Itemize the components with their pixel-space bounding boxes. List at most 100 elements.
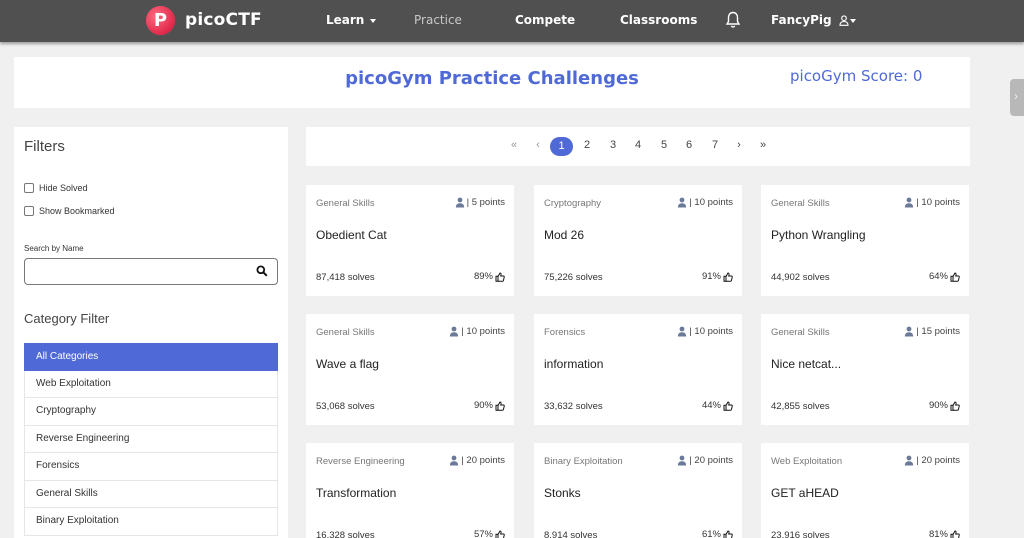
show-bookmarked-checkbox[interactable]: Show Bookmarked (24, 206, 115, 216)
thumbs-up-icon[interactable] (723, 529, 733, 538)
nav-learn[interactable]: Learn (326, 13, 377, 27)
picogym-score: picoGym Score: 0 (790, 67, 923, 85)
search-input[interactable] (24, 258, 278, 285)
page-next[interactable]: › (729, 139, 749, 151)
thumbs-up-icon[interactable] (495, 400, 505, 411)
user-icon (450, 326, 459, 337)
challenge-category: Binary Exploitation (544, 456, 623, 467)
challenge-points-label: | 20 points (916, 455, 960, 466)
challenge-card[interactable]: Forensics | 10 points information 33,632 so… (534, 314, 742, 425)
challenge-solves: 8,914 solves (544, 530, 598, 538)
side-panel-toggle[interactable]: › (1010, 79, 1024, 116)
category-filter-title: Category Filter (24, 311, 110, 326)
page-prev[interactable]: ‹ (528, 139, 548, 151)
challenge-category: Cryptography (544, 198, 602, 209)
challenge-points: | 10 points (449, 326, 505, 337)
filters-title: Filters (24, 138, 65, 155)
show-bookmarked-label: Show Bookmarked (39, 206, 115, 216)
category-item-general-skills[interactable]: General Skills (24, 480, 278, 508)
challenge-points: | 10 points (677, 326, 733, 337)
challenge-card[interactable]: General Skills | 5 points Obedient Cat 87,4… (306, 185, 514, 296)
thumbs-up-icon[interactable] (950, 529, 960, 538)
brand-name[interactable]: picoCTF (185, 10, 262, 30)
challenge-rating-value: 81% (928, 529, 948, 538)
nav-practice[interactable]: Practice (414, 13, 462, 27)
filters-panel: Filters Hide Solved Show Bookmarked Sear… (14, 127, 288, 538)
checkbox-box[interactable] (24, 183, 34, 193)
challenge-name[interactable]: Stonks (544, 486, 581, 500)
challenge-points-label: | 10 points (689, 326, 733, 337)
challenge-category: Reverse Engineering (316, 456, 405, 467)
challenge-name[interactable]: Wave a flag (316, 357, 379, 371)
username: FancyPig (771, 13, 832, 27)
page-4[interactable]: 4 (628, 139, 648, 151)
page-6[interactable]: 6 (679, 139, 699, 151)
category-item-forensics[interactable]: Forensics (24, 453, 278, 481)
challenge-name[interactable]: Nice netcat... (771, 357, 841, 371)
thumbs-up-icon[interactable] (495, 529, 505, 538)
page-last[interactable]: » (753, 139, 773, 151)
challenge-name[interactable]: GET aHEAD (771, 486, 839, 500)
challenge-category: General Skills (771, 327, 830, 338)
challenge-card[interactable]: General Skills | 10 points Wave a flag 53,0… (306, 314, 514, 425)
challenge-category: General Skills (771, 198, 830, 209)
page-5[interactable]: 5 (654, 139, 674, 151)
challenge-points-label: | 20 points (689, 455, 733, 466)
checkbox-box[interactable] (24, 206, 34, 216)
thumbs-up-icon[interactable] (495, 271, 505, 282)
challenge-card[interactable]: Reverse Engineering | 20 points Transforma… (306, 443, 514, 538)
chevron-down-icon (370, 18, 377, 23)
category-item-binary-exploitation[interactable]: Binary Exploitation (24, 508, 278, 536)
user-icon (455, 197, 464, 208)
category-item-cryptography[interactable]: Cryptography (24, 398, 278, 426)
challenge-name[interactable]: information (544, 357, 603, 371)
user-menu[interactable]: FancyPig (771, 13, 856, 27)
hide-solved-checkbox[interactable]: Hide Solved (24, 183, 88, 193)
challenge-card[interactable]: Binary Exploitation | 20 points Stonks 8,91… (534, 443, 742, 538)
picoctf-logo-icon[interactable]: P (146, 6, 175, 35)
user-icon (450, 455, 459, 466)
category-item-reverse-engineering[interactable]: Reverse Engineering (24, 425, 278, 453)
page-1[interactable]: 1 (550, 137, 573, 156)
category-item-all[interactable]: All Categories (24, 343, 278, 371)
challenge-rating-value: 90% (473, 400, 493, 411)
challenge-points: | 15 points (904, 326, 960, 337)
challenge-points: | 20 points (677, 455, 733, 466)
challenge-name[interactable]: Python Wrangling (771, 228, 866, 242)
bell-icon[interactable] (725, 11, 741, 29)
challenge-solves: 44,902 solves (771, 272, 830, 283)
challenge-solves: 42,855 solves (771, 401, 830, 412)
challenge-rating-value: 61% (701, 529, 721, 538)
challenge-name[interactable]: Obedient Cat (316, 228, 387, 242)
challenge-card[interactable]: General Skills | 15 points Nice netcat... 4… (761, 314, 969, 425)
page-7[interactable]: 7 (705, 139, 725, 151)
page-first[interactable]: « (504, 139, 524, 151)
challenge-name[interactable]: Mod 26 (544, 228, 584, 242)
thumbs-up-icon[interactable] (723, 400, 733, 411)
challenge-card[interactable]: Cryptography | 10 points Mod 26 75,226 solv… (534, 185, 742, 296)
challenge-rating: 44% (702, 400, 733, 411)
category-list: All Categories Web Exploitation Cryptogr… (24, 343, 278, 536)
challenge-solves: 75,226 solves (544, 272, 603, 283)
challenge-points-label: | 20 points (461, 455, 505, 466)
page-3[interactable]: 3 (603, 139, 623, 151)
challenge-category: General Skills (316, 198, 375, 209)
challenge-card[interactable]: Web Exploitation | 20 points GET aHEAD 23,9… (761, 443, 969, 538)
user-icon (905, 197, 914, 208)
nav-compete[interactable]: Compete (515, 13, 575, 27)
challenge-category: General Skills (316, 327, 375, 338)
thumbs-up-icon[interactable] (950, 271, 960, 282)
category-item-web-exploitation[interactable]: Web Exploitation (24, 370, 278, 398)
thumbs-up-icon[interactable] (723, 271, 733, 282)
page-2[interactable]: 2 (577, 139, 597, 151)
challenge-name[interactable]: Transformation (316, 486, 396, 500)
challenge-points: | 10 points (677, 197, 733, 208)
nav-classrooms[interactable]: Classrooms (620, 13, 697, 27)
thumbs-up-icon[interactable] (950, 400, 960, 411)
search-icon[interactable] (256, 265, 268, 277)
chevron-down-icon (849, 18, 856, 23)
challenge-solves: 33,632 solves (544, 401, 603, 412)
challenge-points: | 10 points (904, 197, 960, 208)
challenge-card[interactable]: General Skills | 10 points Python Wranglin… (761, 185, 969, 296)
challenge-solves: 23,916 solves (771, 530, 830, 538)
